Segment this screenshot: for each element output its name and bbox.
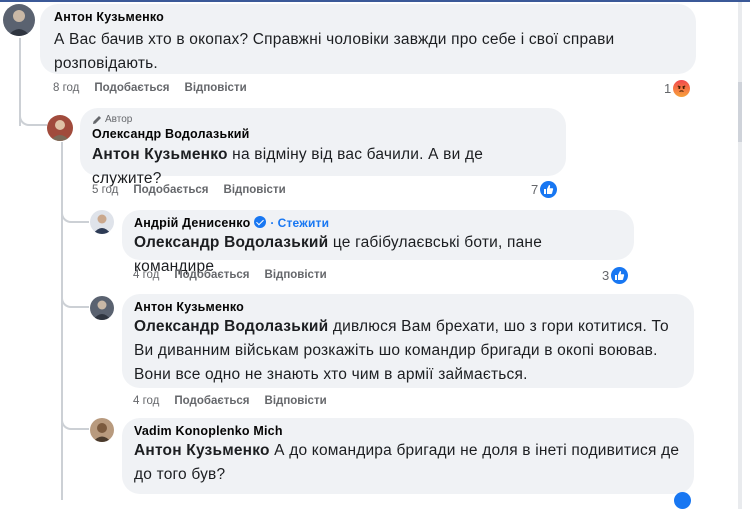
comment-bubble: Андрій Денисенко · Стежити Олександр Водол… — [122, 210, 634, 275]
follow-button[interactable]: Стежити — [278, 216, 330, 230]
like-reaction-icon — [674, 492, 691, 509]
reply-button[interactable]: Відповісти — [224, 184, 286, 196]
verified-badge-icon — [254, 216, 267, 228]
top-border — [0, 0, 750, 2]
comment-author[interactable]: Антон Кузьменко — [54, 10, 682, 24]
comment-bubble: Vadim Konoplenko Mich Антон Кузьменко А … — [122, 418, 694, 494]
avatar[interactable] — [90, 418, 114, 442]
mention-link[interactable]: Олександр Водолазький — [134, 234, 328, 251]
avatar[interactable] — [90, 210, 114, 234]
comment-text: Олександр Водолазький дивлюся Вам брехат… — [134, 315, 682, 387]
reply-button[interactable]: Відповісти — [265, 395, 327, 407]
like-button[interactable]: Подобається — [174, 395, 249, 407]
thread-connector — [61, 205, 89, 223]
mention-link[interactable]: Антон Кузьменко — [134, 442, 270, 459]
comment-time[interactable]: 4 год — [133, 395, 159, 407]
comment-text: Антон Кузьменко А до командира бригади н… — [134, 439, 682, 487]
reply-button[interactable]: Відповісти — [185, 82, 247, 94]
comment-author[interactable]: Олександр Водолазький — [92, 127, 554, 141]
comment-actions: 4 год Подобається Відповісти — [133, 269, 327, 281]
comment-time[interactable]: 5 год — [92, 184, 118, 196]
like-reaction-icon — [540, 181, 558, 198]
mention-link[interactable]: Олександр Водолазький — [134, 318, 328, 335]
reply-button[interactable]: Відповісти — [265, 269, 327, 281]
like-button[interactable]: Подобається — [94, 82, 169, 94]
scrollbar[interactable] — [738, 2, 742, 509]
reaction-summary[interactable]: 7 — [531, 181, 558, 198]
thread-connector — [19, 110, 47, 126]
reaction-count: 7 — [531, 182, 539, 197]
author-badge: Автор — [92, 114, 554, 125]
thread-connector — [61, 414, 89, 430]
reaction-summary[interactable] — [674, 492, 691, 509]
like-reaction-icon — [611, 267, 629, 284]
reaction-summary[interactable]: 3 — [602, 267, 629, 284]
like-button[interactable]: Подобається — [174, 269, 249, 281]
avatar[interactable] — [90, 296, 114, 320]
comment-author-row: Андрій Денисенко · Стежити — [134, 216, 622, 230]
reaction-summary[interactable]: 1 — [664, 80, 691, 97]
thread-connector — [61, 292, 89, 308]
comment-author[interactable]: Андрій Денисенко — [134, 216, 250, 230]
comment-author[interactable]: Антон Кузьменко — [134, 300, 682, 314]
reaction-count: 3 — [602, 268, 610, 283]
mention-link[interactable]: Антон Кузьменко — [92, 146, 228, 163]
comment-time[interactable]: 8 год — [53, 82, 79, 94]
comment-bubble: Антон Кузьменко Олександр Водолазький ди… — [122, 294, 694, 388]
avatar[interactable] — [3, 4, 35, 36]
author-badge-label: Автор — [105, 114, 133, 125]
comment-bubble: Автор Олександр Водолазький Антон Кузьме… — [80, 108, 566, 187]
comment-bubble: Антон Кузьменко А Вас бачив хто в окопах… — [40, 4, 696, 74]
comment-text: А Вас бачив хто в окопах? Справжні чолов… — [54, 31, 615, 72]
angry-reaction-icon — [673, 80, 691, 97]
thread-line — [61, 142, 63, 500]
reaction-count: 1 — [664, 81, 672, 96]
comment-actions: 8 год Подобається Відповісти — [53, 82, 247, 94]
comment-actions: 5 год Подобається Відповісти — [92, 184, 286, 196]
comment-time[interactable]: 4 год — [133, 269, 159, 281]
separator-dot: · — [270, 216, 275, 230]
like-button[interactable]: Подобається — [133, 184, 208, 196]
comment-author[interactable]: Vadim Konoplenko Mich — [134, 424, 682, 438]
avatar[interactable] — [47, 115, 73, 141]
scrollbar-thumb[interactable] — [738, 82, 742, 142]
comment-actions: 4 год Подобається Відповісти — [133, 395, 327, 407]
pencil-icon — [93, 115, 101, 124]
